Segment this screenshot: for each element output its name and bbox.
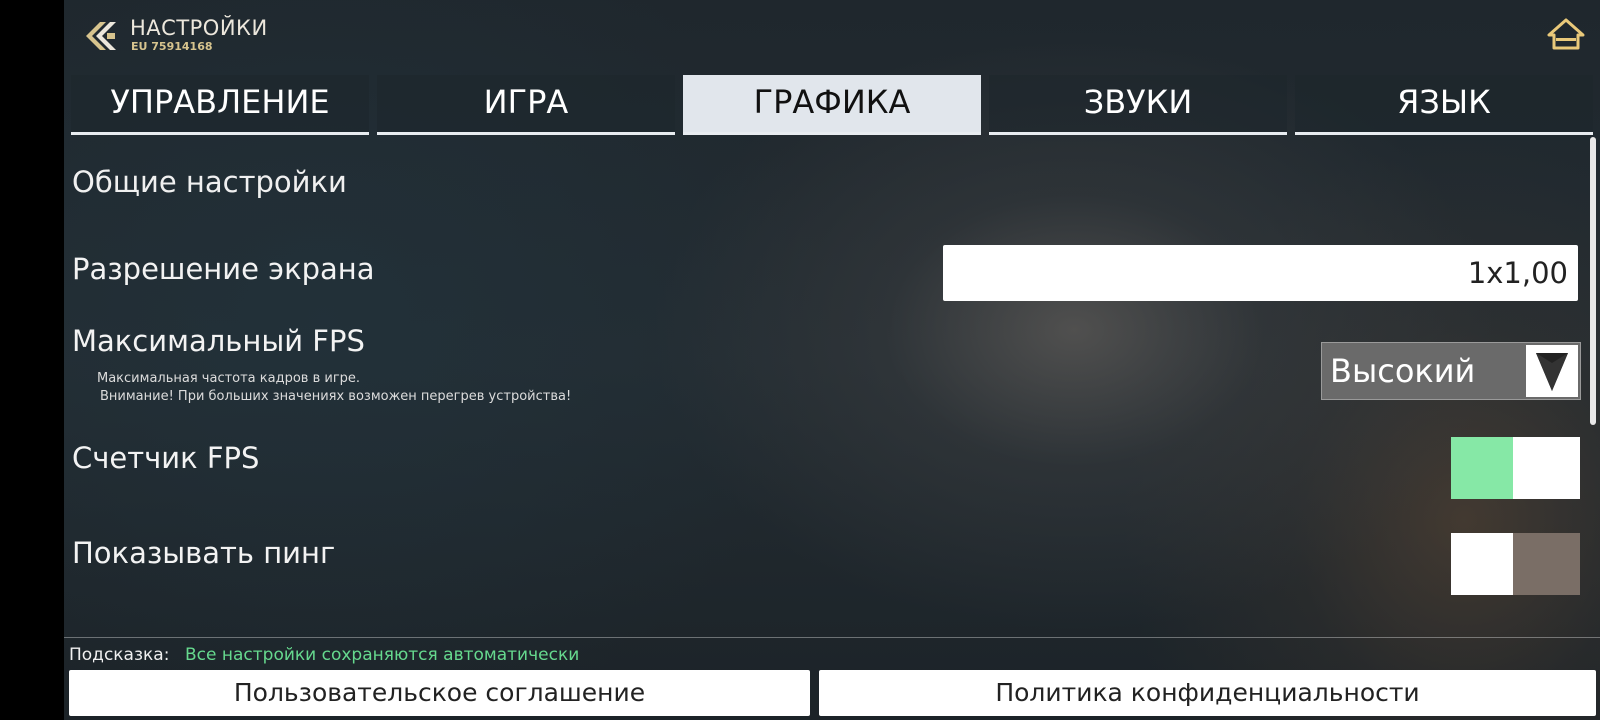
settings-tabs: УПРАВЛЕНИЕ ИГРА ГРАФИКА ЗВУКИ ЯЗЫК [71, 75, 1593, 135]
max-fps-dropdown[interactable]: Высокий [1321, 342, 1581, 400]
resolution-field[interactable]: 1x1,00 [943, 245, 1578, 301]
fps-counter-toggle[interactable] [1451, 437, 1580, 499]
tab-language[interactable]: ЯЗЫК [1295, 75, 1593, 135]
back-button[interactable] [80, 18, 120, 54]
max-fps-warning: Внимание! При больших значениях возможен… [100, 389, 572, 404]
resolution-label: Разрешение экрана [72, 252, 375, 286]
user-agreement-button[interactable]: Пользовательское соглашение [69, 670, 810, 716]
footer-divider [64, 637, 1600, 638]
toggle-knob [1513, 437, 1580, 499]
section-title: Общие настройки [72, 165, 347, 199]
tab-controls[interactable]: УПРАВЛЕНИЕ [71, 75, 369, 135]
hint-label: Подсказка: [69, 645, 170, 665]
double-chevron-left-icon [86, 22, 116, 50]
toggle-off-track [1513, 533, 1580, 595]
triangle-down-icon [1526, 345, 1578, 397]
toggle-on-track [1451, 437, 1513, 499]
settings-screen: НАСТРОЙКИ EU 75914168 УПРАВЛЕНИЕ ИГРА ГР… [64, 0, 1600, 720]
player-id: EU 75914168 [131, 40, 213, 53]
show-ping-label: Показывать пинг [72, 536, 336, 570]
privacy-policy-button[interactable]: Политика конфиденциальности [819, 670, 1596, 716]
max-fps-hint: Максимальная частота кадров в игре. [97, 371, 361, 386]
max-fps-label: Максимальный FPS [72, 324, 365, 358]
tab-game[interactable]: ИГРА [377, 75, 675, 135]
tab-sounds[interactable]: ЗВУКИ [989, 75, 1287, 135]
max-fps-selected-value: Высокий [1330, 352, 1476, 390]
hint-text: Все настройки сохраняются автоматически [185, 645, 580, 665]
home-button[interactable] [1546, 16, 1586, 52]
fps-counter-label: Счетчик FPS [72, 441, 260, 475]
page-title: НАСТРОЙКИ [130, 16, 268, 40]
content-scrollbar[interactable] [1590, 137, 1596, 425]
show-ping-toggle[interactable] [1451, 533, 1580, 595]
toggle-knob [1451, 533, 1513, 595]
home-icon [1547, 18, 1585, 50]
tab-graphics[interactable]: ГРАФИКА [683, 75, 981, 135]
